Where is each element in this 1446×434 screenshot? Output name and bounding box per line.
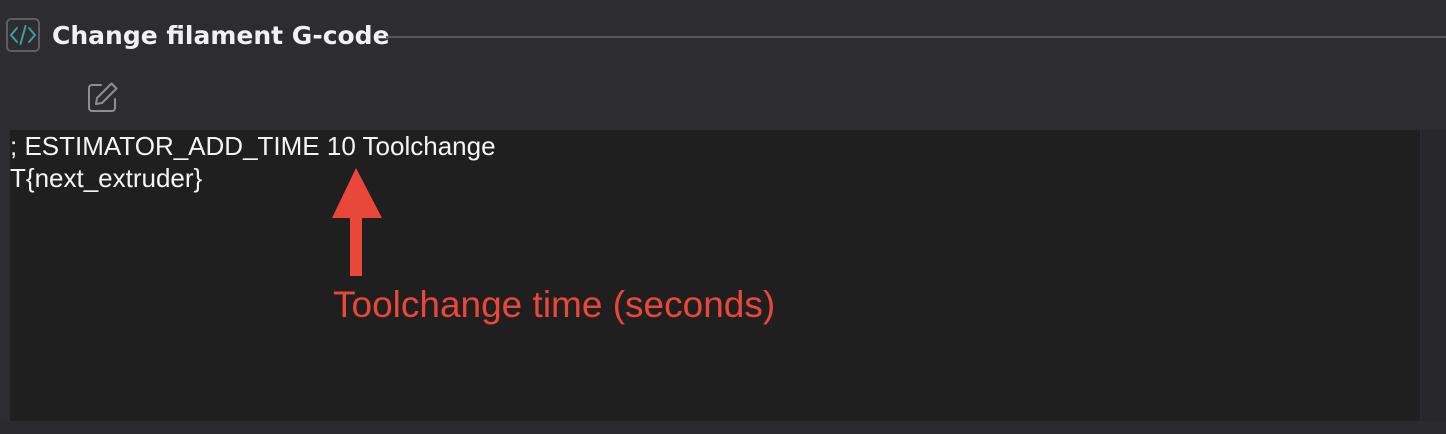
gcode-editor[interactable]	[10, 130, 1420, 421]
bottom-divider	[0, 421, 1446, 434]
section-title: Change filament G-code	[52, 21, 390, 50]
editor-scrollbar-track[interactable]	[1421, 130, 1446, 421]
edit-gcode-button[interactable]	[84, 80, 120, 116]
code-brackets-icon	[6, 18, 40, 52]
section-header: Change filament G-code	[0, 0, 1446, 72]
code-line[interactable]: T{next_extruder}	[10, 162, 202, 194]
edit-pencil-icon	[84, 82, 120, 120]
annotation-arrow-icon	[328, 166, 384, 278]
code-line[interactable]: ; ESTIMATOR_ADD_TIME 10 Toolchange	[10, 130, 496, 162]
header-divider	[386, 36, 1446, 38]
annotation-label: Toolchange time (seconds)	[333, 284, 776, 325]
